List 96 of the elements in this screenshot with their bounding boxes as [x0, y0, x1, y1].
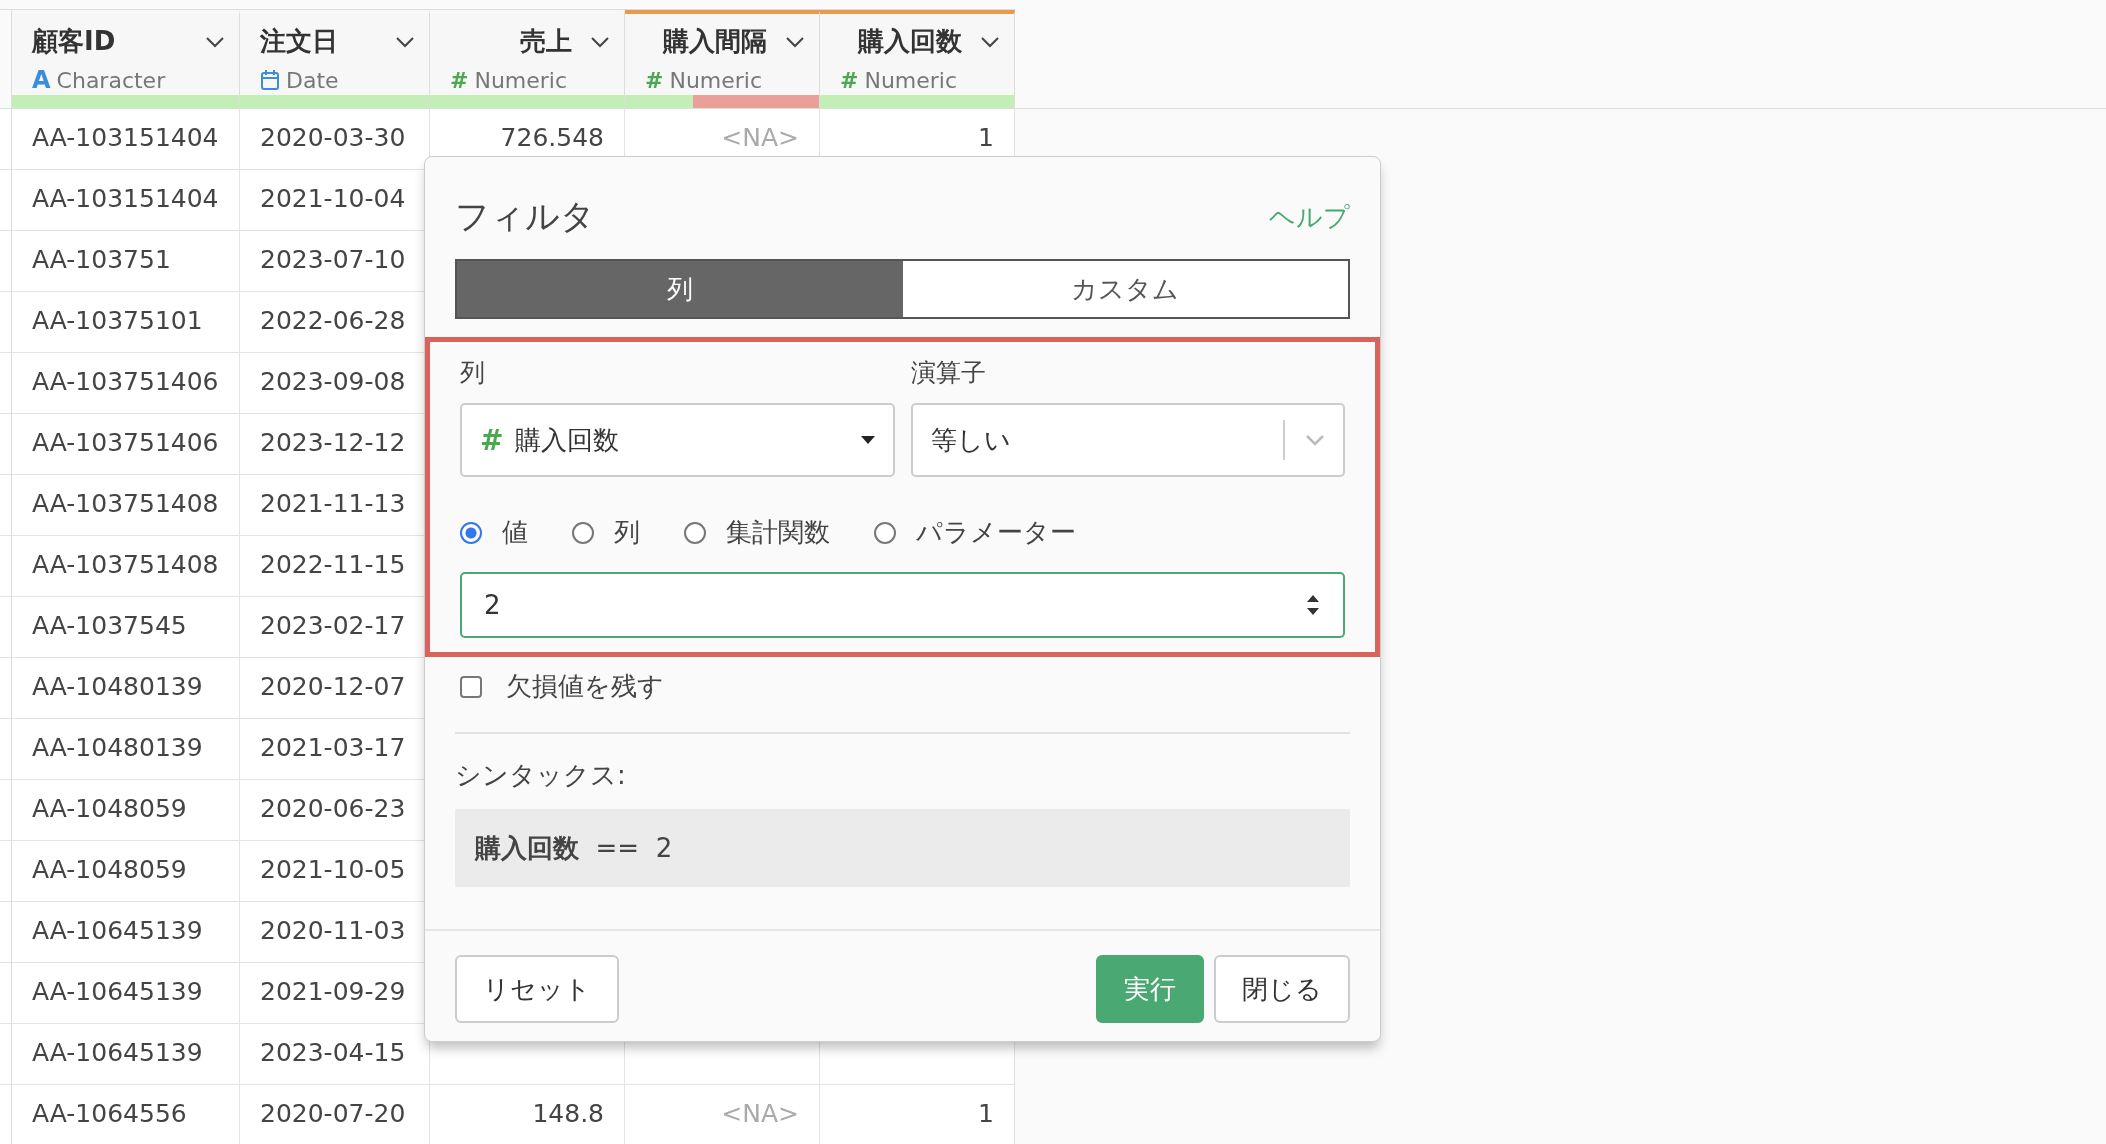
radio-button[interactable]	[572, 521, 594, 544]
radio-button[interactable]	[460, 521, 482, 544]
numeric-type-icon: #	[450, 67, 469, 93]
numeric-type-icon: #	[645, 67, 664, 93]
table-cell: 1	[978, 1098, 994, 1128]
radio-option[interactable]: 集計関数	[684, 515, 830, 550]
field-label: 演算子	[910, 357, 987, 389]
column-header[interactable]: 購入回数 # Numeric	[820, 10, 1015, 108]
column-type: Numeric	[669, 67, 763, 93]
table-cell: AA-10645139	[32, 976, 203, 1006]
table-cell: AA-10480139	[32, 671, 203, 701]
calendar-icon	[260, 69, 280, 91]
numeric-type-icon: #	[840, 67, 859, 93]
table-cell: AA-103751408	[32, 488, 219, 518]
column-name: 顧客ID	[32, 25, 117, 58]
table-cell: 2020-06-23	[260, 793, 406, 823]
table-cell: 2023-09-08	[260, 366, 406, 396]
column-type: Date	[286, 67, 339, 93]
table-cell: AA-1037545	[32, 610, 187, 640]
table-cell: 2020-07-20	[260, 1098, 406, 1128]
table-cell: AA-1048059	[32, 854, 187, 884]
numeric-type-icon: #	[480, 423, 504, 457]
table-cell: 2021-10-04	[260, 183, 406, 213]
chevron-down-icon	[1305, 434, 1325, 446]
table-cell: AA-10645139	[32, 915, 203, 945]
table-cell: 2020-03-30	[260, 122, 406, 152]
table-cell: 2023-07-10	[260, 244, 406, 274]
table-cell: 2022-11-15	[260, 549, 406, 579]
table-cell: AA-103151404	[32, 183, 219, 213]
chevron-down-icon[interactable]	[205, 35, 225, 48]
column-header[interactable]: 注文日 Date	[240, 10, 430, 108]
column-header[interactable]: 顧客ID A Character	[12, 10, 240, 108]
radio-option[interactable]: 値	[460, 515, 528, 550]
radio-option[interactable]: パラメーター	[874, 515, 1076, 550]
table-cell: AA-10375101	[32, 305, 203, 335]
table-cell: AA-103751408	[32, 549, 219, 579]
table-cell: AA-103151404	[32, 122, 219, 152]
table-cell: AA-103751	[32, 244, 171, 274]
radio-label: パラメーター	[916, 516, 1076, 549]
chevron-down-icon[interactable]	[980, 35, 1000, 48]
table-cell: AA-103751406	[32, 366, 219, 396]
radio-label: 値	[502, 516, 528, 549]
value-input[interactable]: 2	[460, 572, 1345, 638]
chevron-down-icon[interactable]	[785, 35, 805, 48]
table-cell: 2020-11-03	[260, 915, 406, 945]
column-type: Numeric	[474, 67, 568, 93]
column-name: 購入回数	[858, 25, 962, 58]
table-cell: 2021-11-13	[260, 488, 406, 518]
tab[interactable]: 列	[457, 261, 903, 317]
column-header[interactable]: 購入間隔 # Numeric	[625, 10, 820, 108]
table-cell: AA-1048059	[32, 793, 187, 823]
table-cell: <NA>	[721, 1098, 799, 1128]
syntax-label: シンタックス:	[454, 759, 627, 792]
table-cell: <NA>	[721, 122, 799, 152]
field-label: 列	[460, 357, 486, 389]
column-name: 売上	[520, 25, 572, 58]
select-value: 購入回数	[515, 423, 621, 457]
character-type-icon: A	[32, 66, 51, 94]
column-type: Character	[56, 67, 166, 93]
chevron-down-icon[interactable]	[590, 35, 610, 48]
dialog-title: フィルタ	[455, 195, 595, 238]
table-cell: AA-10645139	[32, 1037, 203, 1067]
syntax-expression: 購入回数 == 2	[475, 831, 673, 865]
reset-button[interactable]: リセット	[455, 955, 619, 1023]
chevron-down-icon[interactable]	[395, 35, 415, 48]
radio-button[interactable]	[874, 521, 896, 544]
table-cell: AA-103751406	[32, 427, 219, 457]
column-name: 注文日	[260, 25, 339, 58]
table-cell: AA-10480139	[32, 732, 203, 762]
caret-icon	[860, 436, 875, 444]
tab[interactable]: カスタム	[902, 261, 1348, 317]
table-cell: 2023-02-17	[260, 610, 406, 640]
column-header[interactable]: 売上 # Numeric	[430, 10, 625, 108]
table-cell: 2023-04-15	[260, 1037, 406, 1067]
radio-option[interactable]: 列	[572, 515, 640, 550]
table-cell: 2023-12-12	[260, 427, 406, 457]
table-cell: 726.548	[500, 122, 604, 152]
operator-select[interactable]: 等しい	[910, 403, 1345, 477]
checkbox-label: 欠損値を残す	[506, 670, 664, 703]
column-type: Numeric	[864, 67, 958, 93]
table-cell: 148.8	[532, 1098, 604, 1128]
close-button[interactable]: 閉じる	[1214, 955, 1350, 1023]
radio-button[interactable]	[684, 521, 706, 544]
checkbox[interactable]	[460, 675, 482, 698]
table-cell: 2021-09-29	[260, 976, 406, 1006]
column-select[interactable]: # 購入回数	[460, 403, 895, 477]
table-cell: 2020-12-07	[260, 671, 406, 701]
table-cell: 2021-03-17	[260, 732, 406, 762]
table-cell: 2022-06-28	[260, 305, 406, 335]
radio-label: 列	[614, 516, 640, 549]
table-cell: 1	[978, 122, 994, 152]
table-cell: 2021-10-05	[260, 854, 406, 884]
table-cell: AA-1064556	[32, 1098, 187, 1128]
radio-label: 集計関数	[726, 516, 830, 549]
column-name: 購入間隔	[663, 25, 767, 58]
select-value: 等しい	[930, 423, 1012, 457]
